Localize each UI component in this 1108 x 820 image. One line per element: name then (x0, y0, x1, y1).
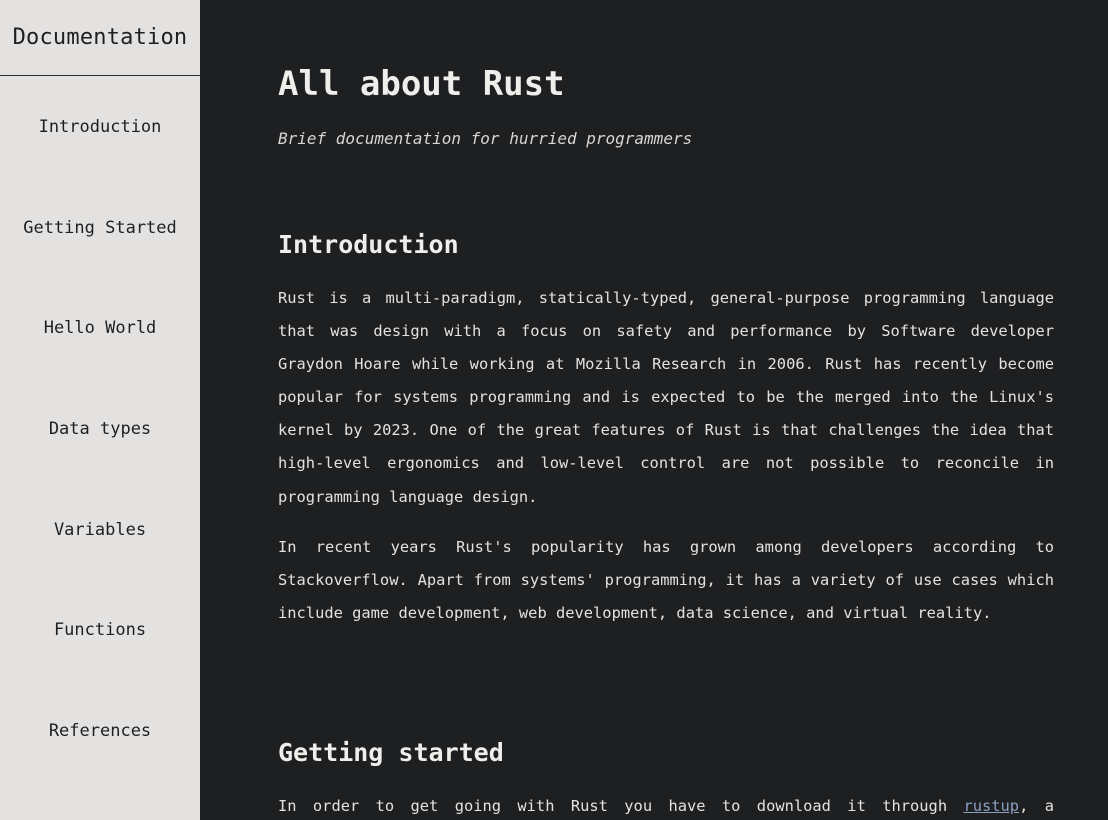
sidebar-nav: Introduction Getting Started Hello World… (0, 77, 200, 781)
sidebar-item-hello-world[interactable]: Hello World (0, 278, 200, 379)
getting-started-paragraph: In order to get going with Rust you have… (278, 790, 1054, 820)
introduction-paragraph-2: In recent years Rust's popularity has gr… (278, 538, 1054, 623)
sidebar-item-functions[interactable]: Functions (0, 580, 200, 681)
sidebar-title: Documentation (0, 0, 200, 76)
sidebar-item-data-types[interactable]: Data types (0, 379, 200, 480)
getting-started-text-before-link: In order to get going with Rust you have… (278, 797, 964, 815)
section-heading-getting-started: Getting started (278, 738, 504, 767)
page-subtitle: Brief documentation for hurried programm… (278, 129, 693, 148)
sidebar-item-getting-started[interactable]: Getting Started (0, 178, 200, 279)
sidebar: Documentation Introduction Getting Start… (0, 0, 200, 820)
rustup-link[interactable]: rustup (963, 797, 1019, 815)
sidebar-item-introduction[interactable]: Introduction (0, 77, 200, 178)
section-heading-introduction: Introduction (278, 230, 459, 259)
getting-started-text-after-link: , a (1019, 797, 1054, 815)
introduction-paragraph-1: Rust is a multi-paradigm, statically-typ… (278, 289, 1054, 506)
main-content: All about Rust Brief documentation for h… (278, 0, 1054, 820)
sidebar-item-references[interactable]: References (0, 681, 200, 782)
sidebar-item-variables[interactable]: Variables (0, 479, 200, 580)
page-title: All about Rust (278, 64, 565, 104)
